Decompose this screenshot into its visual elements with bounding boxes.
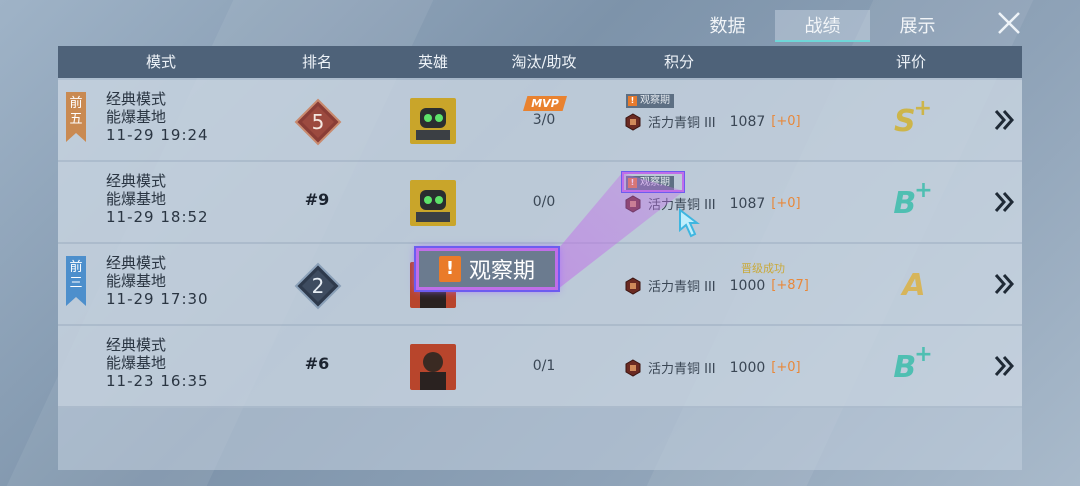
table-row[interactable]: 前五 经典模式 能爆基地 11-29 19:24 5 MVP 3/0 ! 观察期: [58, 80, 1022, 162]
score-delta: [+0]: [771, 196, 801, 211]
close-icon[interactable]: [996, 10, 1022, 36]
chevron-right-icon[interactable]: [992, 354, 1016, 378]
mode-label: 经典模式: [106, 254, 167, 272]
score-points: 1087: [729, 113, 766, 130]
observation-tag-highlight: [622, 172, 684, 192]
grade-rating: A: [902, 268, 926, 303]
robot-hero-icon[interactable]: [410, 180, 456, 226]
map-label: 能爆基地: [106, 190, 167, 208]
mode-label: 经典模式: [106, 336, 167, 354]
table-header: 模式 排名 英雄 淘汰/助攻 积分 评价: [58, 46, 1022, 78]
grade-rating: B+: [893, 178, 933, 221]
column-header-kda: 淘汰/助攻: [511, 53, 577, 71]
column-header-score: 积分: [663, 53, 694, 71]
score-info: 活力青铜 III 1087 [+0]: [624, 194, 801, 213]
match-info: 经典模式 能爆基地 11-29 17:30: [106, 254, 209, 308]
rank-number: #6: [304, 354, 330, 373]
map-label: 能爆基地: [106, 272, 167, 290]
svg-text:5: 5: [312, 110, 325, 134]
tier-label: 活力青铜 III: [648, 362, 716, 377]
score-points: 1000: [729, 359, 766, 376]
robot-hero-icon[interactable]: [410, 98, 456, 144]
bronze-tier-icon: [625, 194, 641, 213]
match-info: 经典模式 能爆基地 11-29 18:52: [106, 172, 209, 226]
observation-tag: ! 观察期: [626, 94, 674, 108]
map-label: 能爆基地: [106, 108, 167, 126]
pointer-arrow-icon: [679, 208, 700, 238]
table-row[interactable]: 经典模式 能爆基地 11-23 16:35 #6 0/1 活力青铜 III 10…: [58, 326, 1022, 408]
observation-callout-label: 观察期: [468, 259, 535, 284]
table-row[interactable]: 经典模式 能爆基地 11-29 18:52 #9 0/0 ! 观察期 活力青铜 …: [58, 162, 1022, 244]
tab-showcase[interactable]: 展示: [870, 10, 965, 40]
column-header-mode: 模式: [145, 53, 176, 71]
chevron-right-icon[interactable]: [992, 272, 1016, 296]
tier-label: 活力青铜 III: [648, 280, 716, 295]
kda-value: 3/0: [532, 112, 556, 128]
grade-rating: S+: [893, 96, 933, 139]
score-info: 活力青铜 III 1087 [+0]: [624, 112, 801, 131]
match-time: 11-29 17:30: [106, 290, 209, 308]
score-points: 1087: [729, 195, 766, 212]
mode-label: 经典模式: [106, 172, 167, 190]
match-time: 11-29 18:52: [106, 208, 209, 226]
score-info: 活力青铜 III 1000 [+0]: [624, 358, 801, 377]
score-info: 活力青铜 III 1000 [+87]: [624, 276, 809, 295]
observation-callout: ! 观察期: [416, 248, 558, 290]
grade-rating: B+: [893, 342, 933, 385]
placement-flag: 前五: [66, 92, 86, 142]
map-label: 能爆基地: [106, 354, 167, 372]
tier-label: 活力青铜 III: [648, 116, 716, 131]
kda-value: 0/0: [532, 194, 556, 210]
column-header-grade: 评价: [895, 53, 926, 71]
match-time: 11-29 19:24: [106, 126, 209, 144]
svg-text:2: 2: [312, 274, 325, 298]
match-info: 经典模式 能爆基地 11-23 16:35: [106, 336, 209, 390]
placement-flag: 前三: [66, 256, 86, 306]
column-header-rank: 排名: [301, 53, 332, 71]
rank-badge: 5: [294, 98, 342, 146]
rank-number: #9: [304, 190, 330, 209]
bronze-tier-icon: [625, 112, 641, 131]
bronze-tier-icon: [625, 276, 641, 295]
bronze-tier-icon: [625, 358, 641, 377]
tab-data[interactable]: 数据: [680, 10, 775, 40]
chevron-right-icon[interactable]: [992, 190, 1016, 214]
tab-records[interactable]: 战绩: [775, 10, 870, 42]
observation-tag-label: 观察期: [640, 95, 670, 106]
score-delta: [+0]: [771, 360, 801, 375]
chevron-right-icon[interactable]: [992, 108, 1016, 132]
promotion-label: 晋级成功: [741, 262, 785, 275]
column-header-hero: 英雄: [417, 53, 448, 71]
warning-icon: !: [438, 256, 461, 282]
rank-badge: 2: [294, 262, 342, 310]
match-time: 11-23 16:35: [106, 372, 209, 390]
score-delta: [+87]: [771, 278, 809, 293]
score-points: 1000: [729, 277, 766, 294]
mode-label: 经典模式: [106, 90, 167, 108]
kda-value: 0/1: [532, 358, 556, 374]
warrior-hero-icon[interactable]: [410, 344, 456, 390]
tab-bar: 数据 战绩 展示: [680, 10, 980, 42]
score-delta: [+0]: [771, 114, 801, 129]
match-info: 经典模式 能爆基地 11-29 19:24: [106, 90, 209, 144]
warning-icon: !: [628, 96, 637, 106]
mvp-badge: MVP: [523, 96, 567, 111]
